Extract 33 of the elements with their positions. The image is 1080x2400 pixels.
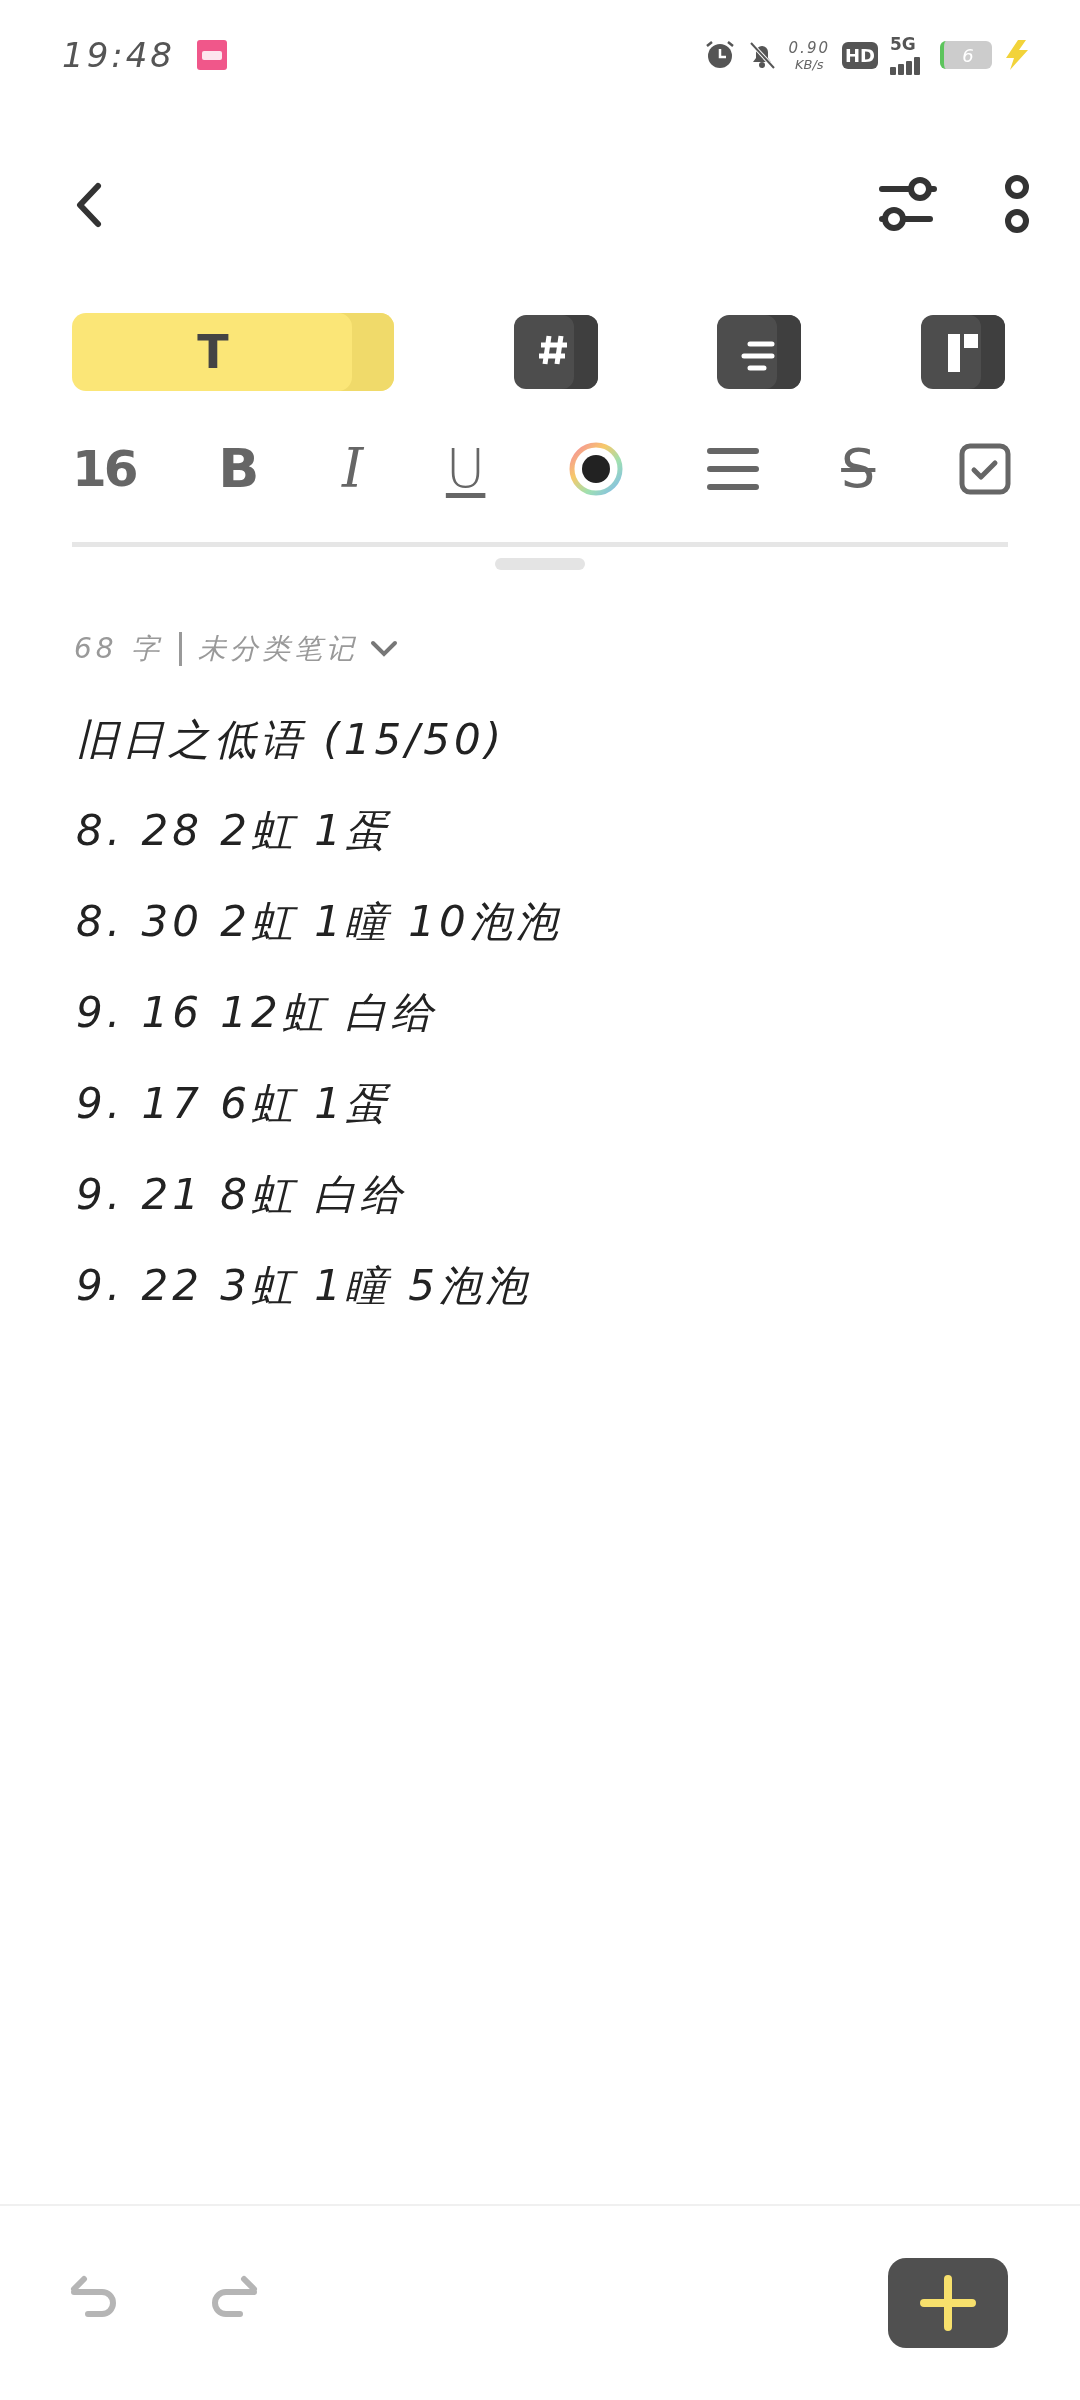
app-icon: [197, 40, 227, 70]
checkbox-icon[interactable]: [957, 442, 1012, 496]
note-line: 9. 22 3虹 1瞳 5泡泡: [76, 1260, 533, 1312]
strike-button[interactable]: S: [841, 442, 876, 496]
tab[interactable]: [513, 315, 598, 389]
note-line: 9. 21 8虹 白给: [76, 1169, 408, 1221]
word-count: 68 字: [74, 631, 163, 667]
add-button[interactable]: [888, 2258, 1008, 2348]
align-icon[interactable]: [706, 446, 759, 492]
charging-icon: [1004, 40, 1030, 70]
tab[interactable]: [717, 315, 802, 389]
note-line: 9. 16 12虹 白给: [76, 987, 438, 1039]
note-line: 旧日之低语 (15/50): [76, 714, 507, 766]
chevron-icon: [369, 640, 398, 658]
plus-icon: [920, 2275, 976, 2331]
more-icon[interactable]: [1002, 174, 1032, 236]
hd-badge: HD: [842, 41, 878, 69]
font-size-button[interactable]: 16: [72, 444, 136, 494]
network-type: 5G: [890, 35, 916, 53]
clock-time: 19:48: [62, 35, 175, 75]
tab[interactable]: T: [72, 313, 394, 391]
drag-handle[interactable]: [495, 558, 585, 570]
underline-button[interactable]: U: [445, 442, 486, 496]
color-picker-icon[interactable]: [567, 441, 624, 497]
italic-button[interactable]: I: [341, 442, 364, 496]
note-line: 8. 30 2虹 1瞳 10泡泡: [76, 896, 563, 948]
bold-button[interactable]: B: [218, 442, 260, 496]
note-line: 9. 17 6虹 1蛋: [76, 1078, 392, 1130]
note-line: 8. 28 2虹 1蛋: [76, 805, 392, 857]
speed-unit: KB/s: [794, 56, 824, 72]
tab[interactable]: [920, 315, 1005, 389]
alarm-icon: [704, 40, 735, 70]
network-speed: 0.90: [788, 38, 830, 57]
